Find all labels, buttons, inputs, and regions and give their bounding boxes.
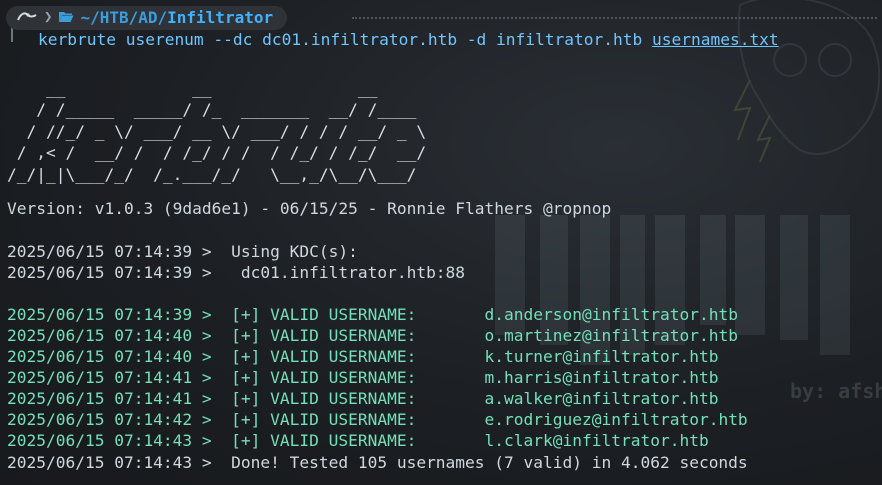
- wallpaper-skull-eye: [773, 43, 807, 77]
- banner-line: / /_____ _____/ /_ _______ __/ /____: [7, 100, 427, 120]
- wallpaper-lightning: [756, 114, 772, 163]
- folder-open-icon: [58, 7, 74, 28]
- command-line[interactable]: kerbrute userenum --dc dc01.infiltrator.…: [38, 29, 779, 50]
- kdc-line: 2025/06/15 07:14:39 > Using KDC(s):: [7, 242, 358, 261]
- wallpaper-lightning: [733, 79, 752, 141]
- valid-user-row: 2025/06/15 07:14:43 > [+] VALID USERNAME…: [7, 430, 709, 451]
- row-timestamp: 2025/06/15 07:14:40 >: [7, 347, 232, 366]
- banner-line: / ,< / __/ / / /_/ / / / /_/ / /_/ __/: [7, 143, 427, 163]
- prompt-arrow-icon: ❯: [44, 9, 53, 26]
- valid-user-row: 2025/06/15 07:14:40 > [+] VALID USERNAME…: [7, 325, 738, 346]
- valid-user-row: 2025/06/15 07:14:39 > [+] VALID USERNAME…: [7, 304, 738, 325]
- wallpaper-skull-eye: [818, 43, 852, 77]
- banner-line: / //_/ _ \/ ___/ __ \/ ___/ / / / __/ _ …: [7, 121, 427, 141]
- prompt-filler-dots: [352, 17, 877, 19]
- valid-user-row: 2025/06/15 07:14:40 > [+] VALID USERNAME…: [7, 346, 718, 367]
- command-text: kerbrute userenum --dc dc01.infiltrator.…: [38, 30, 652, 49]
- wallpaper-watermark-text: by: afsh: [790, 379, 882, 403]
- kerbrute-banner: __ __ __ / /_____ _____/ /_ _______ __/ …: [7, 78, 426, 185]
- row-timestamp: 2025/06/15 07:14:42 >: [7, 410, 232, 429]
- row-label: [+] VALID USERNAME:: [231, 305, 485, 324]
- row-username: m.harris@infiltrator.htb: [484, 368, 719, 387]
- row-username: l.clark@infiltrator.htb: [484, 431, 709, 450]
- valid-user-row: 2025/06/15 07:14:41 > [+] VALID USERNAME…: [7, 388, 718, 409]
- row-username: a.walker@infiltrator.htb: [484, 389, 719, 408]
- row-timestamp: 2025/06/15 07:14:39 >: [7, 305, 232, 324]
- path-prefix: ~/HTB/AD/: [80, 8, 168, 28]
- path-current-dir: Infiltrator: [167, 8, 274, 28]
- done-summary-line: 2025/06/15 07:14:43 > Done! Tested 105 u…: [7, 453, 748, 472]
- valid-user-row: 2025/06/15 07:14:41 > [+] VALID USERNAME…: [7, 367, 718, 388]
- row-timestamp: 2025/06/15 07:14:41 >: [7, 368, 232, 387]
- command-file-arg[interactable]: usernames.txt: [652, 30, 779, 49]
- valid-user-row: 2025/06/15 07:14:42 > [+] VALID USERNAME…: [7, 409, 748, 430]
- wallpaper-skull-outline: [737, 0, 881, 155]
- row-username: e.rodriguez@infiltrator.htb: [484, 410, 748, 429]
- terminal-window[interactable]: by: afsh ❯ ~/HTB/AD/Infiltrator kerbrute…: [0, 0, 882, 485]
- row-label: [+] VALID USERNAME:: [231, 389, 485, 408]
- banner-line: __ __ __: [7, 79, 427, 98]
- row-username: o.martinez@infiltrator.htb: [484, 326, 738, 345]
- row-timestamp: 2025/06/15 07:14:43 >: [7, 431, 232, 450]
- version-line: Version: v1.0.3 (9dad6e1) - 06/15/25 - R…: [7, 199, 612, 218]
- arch-linux-icon: [16, 7, 38, 28]
- kdc-line: 2025/06/15 07:14:39 > dc01.infiltrator.h…: [7, 263, 466, 282]
- row-label: [+] VALID USERNAME:: [231, 368, 485, 387]
- banner-line: /_/|_|\___/_/ /_.___/_/ \__,_/\__/\___/: [7, 164, 427, 184]
- row-label: [+] VALID USERNAME:: [231, 326, 485, 345]
- row-label: [+] VALID USERNAME:: [231, 431, 485, 450]
- row-timestamp: 2025/06/15 07:14:40 >: [7, 326, 232, 345]
- row-timestamp: 2025/06/15 07:14:41 >: [7, 389, 232, 408]
- prompt-segment: ❯ ~/HTB/AD/Infiltrator: [6, 6, 288, 30]
- row-username: d.anderson@infiltrator.htb: [484, 305, 738, 324]
- prompt-pill: ❯ ~/HTB/AD/Infiltrator: [6, 6, 288, 30]
- row-username: k.turner@infiltrator.htb: [484, 347, 719, 366]
- row-label: [+] VALID USERNAME:: [231, 347, 485, 366]
- current-path: ~/HTB/AD/Infiltrator: [80, 7, 273, 28]
- row-label: [+] VALID USERNAME:: [231, 410, 485, 429]
